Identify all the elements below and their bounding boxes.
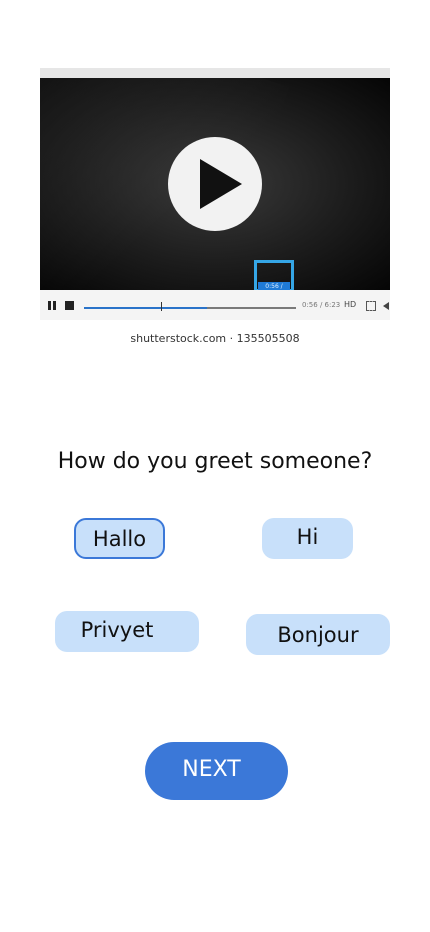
option-label: Hi	[296, 524, 319, 549]
volume-icon[interactable]	[383, 302, 389, 310]
video-progress-track[interactable]	[84, 307, 296, 309]
play-button[interactable]	[168, 137, 262, 231]
image-watermark: shutterstock.com · 135505508	[130, 332, 300, 345]
video-time-display: 0:56 / 6:23	[302, 301, 341, 309]
option-bonjour[interactable]: Bonjour	[246, 614, 390, 655]
stop-icon[interactable]	[65, 301, 74, 310]
next-button[interactable]: NEXT	[145, 742, 288, 800]
option-label: Hallo	[92, 526, 147, 551]
hd-quality-button[interactable]: HD	[344, 300, 356, 309]
fullscreen-icon[interactable]	[366, 301, 376, 311]
video-player-image: 0:56 / 6:23 0:56 / 6:23 HD shutterstock.…	[40, 68, 390, 350]
option-label: Bonjour	[277, 622, 359, 647]
option-label: Privyet	[80, 617, 154, 642]
option-privyet[interactable]: Privyet	[55, 611, 199, 652]
play-icon	[200, 159, 242, 209]
next-button-label: NEXT	[182, 756, 241, 782]
option-hi[interactable]: Hi	[262, 518, 353, 559]
video-progress-marker	[161, 302, 162, 311]
question-text: How do you greet someone?	[57, 449, 373, 474]
video-screen	[40, 78, 390, 290]
video-top-strip	[40, 68, 390, 78]
video-control-bar: 0:56 / 6:23 HD	[40, 290, 390, 320]
video-progress-fill	[84, 307, 207, 309]
option-hallo[interactable]: Hallo	[74, 518, 165, 559]
pause-icon[interactable]	[48, 301, 56, 310]
